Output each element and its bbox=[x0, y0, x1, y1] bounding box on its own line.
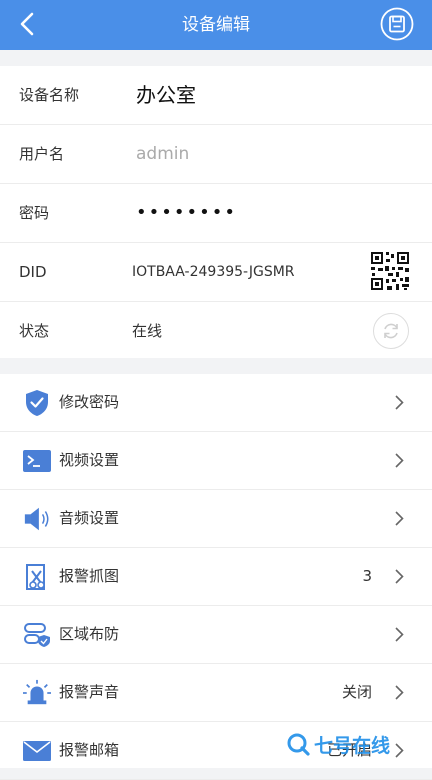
password-row[interactable]: 密码 •••••••• bbox=[0, 184, 432, 243]
username-field[interactable]: admin bbox=[136, 125, 189, 183]
chevron-right-icon bbox=[395, 627, 404, 642]
watermark-logo-icon bbox=[287, 733, 310, 756]
snapshot-icon bbox=[23, 563, 51, 591]
watermark-text: 七号在线 bbox=[314, 734, 391, 757]
chevron-right-icon bbox=[395, 743, 404, 758]
shield-check-icon bbox=[23, 389, 51, 417]
chevron-right-icon bbox=[395, 569, 404, 584]
watermark: 七号在线 bbox=[286, 727, 390, 761]
menu-label: 报警声音 bbox=[59, 683, 120, 701]
chevron-right-icon bbox=[395, 511, 404, 526]
device-name-label: 设备名称 bbox=[19, 86, 80, 104]
device-info-panel: 设备名称 办公室 用户名 admin 密码 •••••••• DID IOTBA… bbox=[0, 66, 432, 358]
menu-label: 报警邮箱 bbox=[59, 741, 120, 759]
menu-label: 视频设置 bbox=[59, 451, 120, 469]
settings-menu: 修改密码 视频设置 音频设置 报警抓图 3 区域布防 报警声音 关闭 报警邮箱 … bbox=[0, 374, 432, 780]
menu-item-alarm-snapshot[interactable]: 报警抓图 3 bbox=[0, 548, 432, 606]
device-name-row[interactable]: 设备名称 办公室 bbox=[0, 66, 432, 125]
speaker-icon bbox=[23, 505, 51, 533]
refresh-icon[interactable] bbox=[373, 313, 409, 349]
did-value: IOTBAA-249395-JGSMR bbox=[132, 264, 295, 280]
alarm-sound-status: 关闭 bbox=[341, 683, 372, 701]
zone-shield-icon bbox=[23, 621, 51, 649]
did-label: DID bbox=[19, 263, 47, 281]
chevron-right-icon bbox=[395, 685, 404, 700]
siren-icon bbox=[23, 679, 51, 707]
chevron-right-icon bbox=[395, 395, 404, 410]
menu-item-zone-defense[interactable]: 区域布防 bbox=[0, 606, 432, 664]
menu-item-video-settings[interactable]: 视频设置 bbox=[0, 432, 432, 490]
page-title: 设备编辑 bbox=[182, 15, 250, 35]
terminal-icon bbox=[23, 447, 51, 475]
save-icon bbox=[380, 7, 414, 41]
qr-code-icon[interactable] bbox=[370, 251, 410, 291]
menu-label: 报警抓图 bbox=[59, 567, 120, 585]
chevron-right-icon bbox=[395, 453, 404, 468]
mail-icon bbox=[23, 737, 51, 765]
menu-label: 区域布防 bbox=[59, 625, 120, 643]
status-label: 状态 bbox=[19, 322, 50, 340]
menu-item-alarm-sound[interactable]: 报警声音 关闭 bbox=[0, 664, 432, 722]
top-bar: 设备编辑 bbox=[0, 0, 432, 50]
save-button[interactable] bbox=[380, 7, 414, 41]
username-label: 用户名 bbox=[19, 145, 65, 163]
menu-item-change-password[interactable]: 修改密码 bbox=[0, 374, 432, 432]
password-field[interactable]: •••••••• bbox=[136, 184, 237, 242]
menu-item-audio-settings[interactable]: 音频设置 bbox=[0, 490, 432, 548]
menu-label: 音频设置 bbox=[59, 509, 120, 527]
username-row[interactable]: 用户名 admin bbox=[0, 125, 432, 184]
status-value: 在线 bbox=[132, 322, 163, 340]
password-label: 密码 bbox=[19, 204, 50, 222]
status-row: 状态 在线 bbox=[0, 302, 432, 360]
device-name-field[interactable]: 办公室 bbox=[136, 66, 196, 124]
menu-label: 修改密码 bbox=[59, 393, 120, 411]
did-row: DID IOTBAA-249395-JGSMR bbox=[0, 243, 432, 302]
snapshot-count: 3 bbox=[362, 567, 372, 585]
